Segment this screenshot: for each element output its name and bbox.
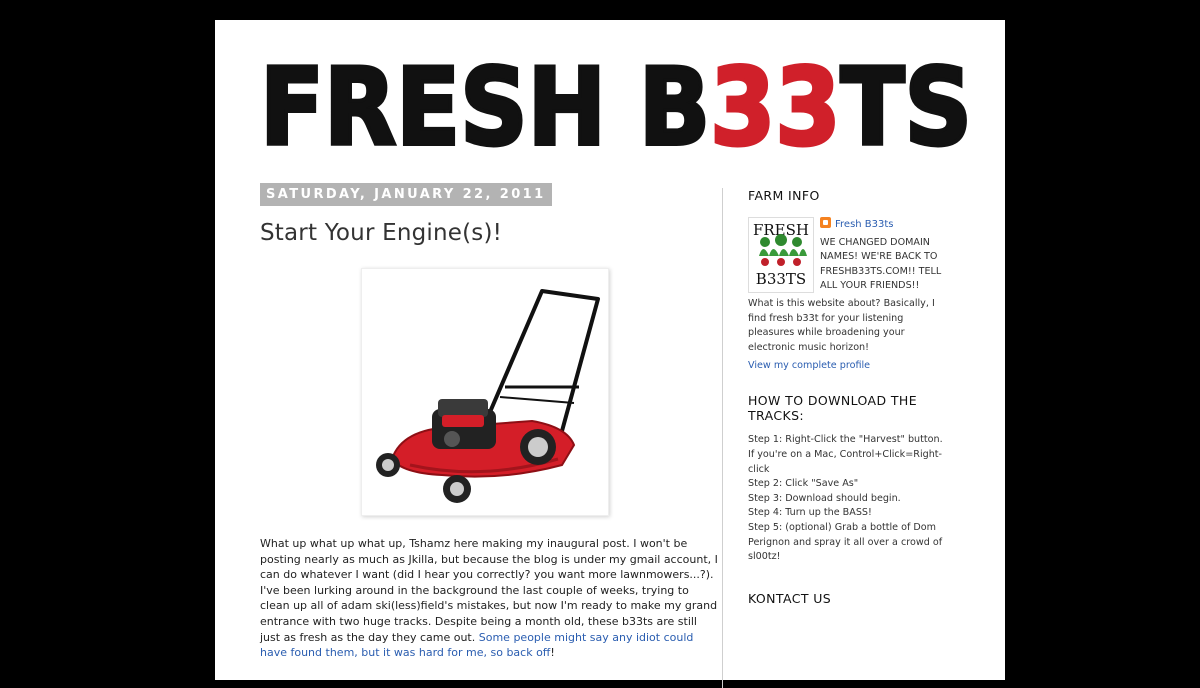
svg-text:FRESH B33TS: FRESH B33TS (260, 58, 972, 153)
profile-avatar-image: FRESH B33TS (753, 221, 809, 288)
post-body: What up what up what up, Tshamz here mak… (260, 536, 718, 661)
logo-text-part2: 33 (710, 58, 840, 153)
beet-plants-icon (759, 234, 807, 266)
post-body-text: What up what up what up, Tshamz here mak… (260, 537, 718, 644)
blogger-icon (820, 217, 831, 228)
farm-info-heading: FARM INFO (748, 188, 820, 203)
step-item: Step 5: (optional) Grab a bottle of Dom … (748, 521, 943, 563)
profile-name-link[interactable]: Fresh B33ts (835, 219, 894, 230)
step-item: Step 4: Turn up the BASS! (748, 507, 872, 519)
logo-text-part3: TS (841, 58, 972, 153)
blog-page: FRESH B33TS SATURDAY, JANUARY 22, 2011 S… (215, 20, 1005, 688)
post-image[interactable] (361, 268, 609, 516)
main-column: SATURDAY, JANUARY 22, 2011 Start Your En… (260, 183, 720, 659)
post-title[interactable]: Start Your Engine(s)! (260, 220, 720, 246)
logo-text-part1: FRESH B (260, 58, 710, 153)
lawn-mower-image (376, 289, 600, 503)
step-item: Step 2: Click "Save As" (748, 478, 859, 490)
download-steps: Step 1: Right-Click the "Harvest" button… (748, 433, 948, 564)
post-date: SATURDAY, JANUARY 22, 2011 (260, 183, 552, 206)
blog-logo-graphic: FRESH B33TS (258, 44, 974, 171)
howto-heading: HOW TO DOWNLOAD THE TRACKS: (748, 393, 918, 424)
contact-heading: KONTACT US (748, 590, 832, 606)
avatar-text-bottom: B33TS (756, 270, 806, 288)
step-item: Step 3: Download should begin. (748, 492, 901, 504)
view-profile-link[interactable]: View my complete profile (748, 360, 948, 371)
profile-avatar[interactable]: FRESH B33TS (748, 217, 814, 293)
blog-logo[interactable]: FRESH B33TS (258, 44, 974, 171)
profile-widget: FRESH B33TS Fresh B33ts WE CHANGED DOMAI… (748, 217, 948, 371)
profile-about: What is this website about? Basically, I… (748, 298, 935, 353)
column-divider (722, 188, 723, 688)
post-body-end: ! (550, 646, 555, 660)
step-item: Step 1: Right-Click the "Harvest" button… (748, 434, 943, 475)
sidebar: FARM INFO FRESH B33TS Fresh B33ts WE CHA… (748, 188, 948, 606)
